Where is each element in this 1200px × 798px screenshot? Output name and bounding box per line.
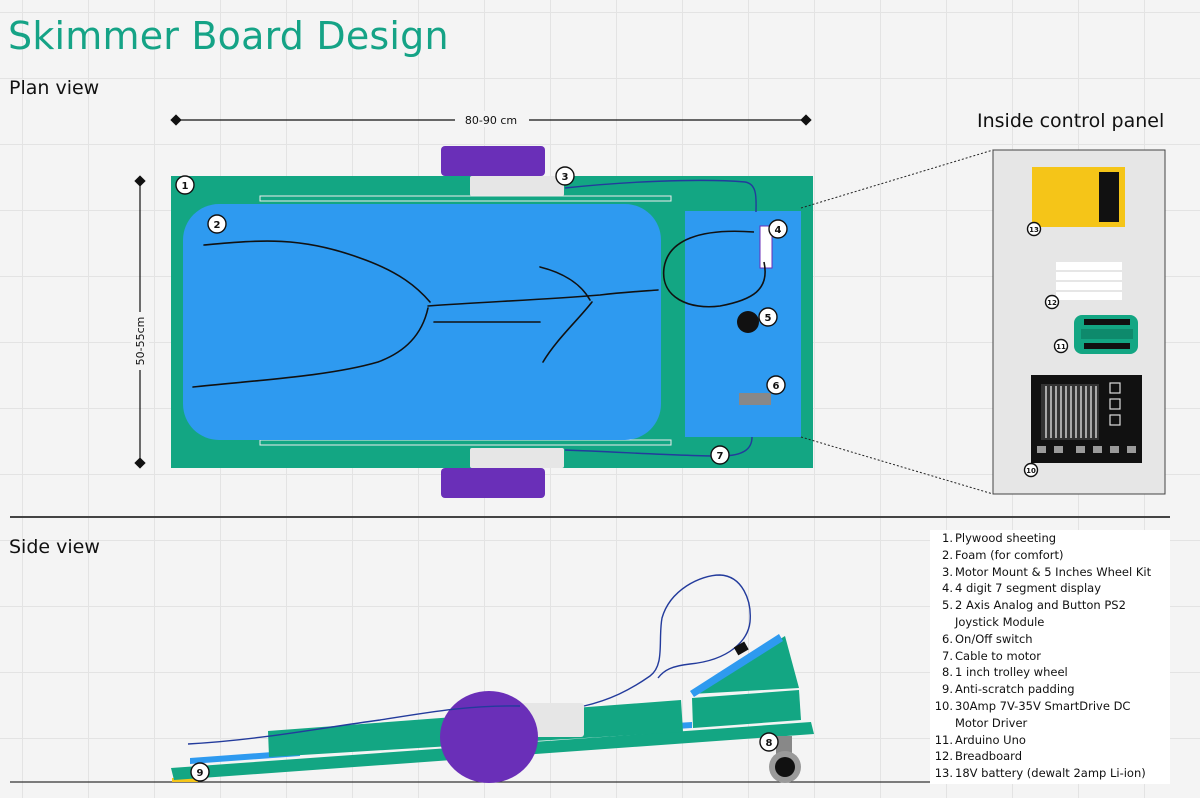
top-motor-mount [470, 176, 564, 196]
callout-2: 2 [207, 214, 227, 234]
motor-driver [1031, 375, 1142, 463]
svg-text:4: 4 [775, 225, 782, 236]
callout-9: 9 [190, 762, 210, 782]
callout-8: 8 [759, 732, 779, 752]
component-legend: 1. Plywood sheeting 2. Foam (for comfort) … [930, 530, 1170, 784]
bottom-wheel [441, 468, 545, 498]
foam-pad [183, 204, 661, 440]
legend-item-5: 5. 2 Axis Analog and Button PS2 Joystick … [942, 598, 1126, 629]
legend-item-13: 13. 18V battery (dewalt 2amp Li-ion) [934, 766, 1146, 781]
legend-item-3: 3. Motor Mount & 5 Inches Wheel Kit [942, 564, 1152, 579]
legend-item-12: 12. Breadboard [934, 749, 1022, 764]
svg-text:7: 7 [717, 451, 724, 462]
detail-leader-bottom [800, 436, 994, 495]
svg-text:6: 6 [773, 381, 780, 392]
svg-text:10: 10 [1026, 467, 1036, 475]
legend-item-11: 11. Arduino Uno [934, 732, 1026, 747]
svg-text:9: 9 [197, 768, 204, 779]
callout-10: 10 [1023, 462, 1039, 478]
callout-13: 13 [1026, 221, 1042, 237]
callout-12: 12 [1044, 294, 1060, 310]
width-dimension: 50-55cm [131, 175, 149, 469]
legend-item-6: 6. On/Off switch [942, 631, 1033, 646]
side-control-box [692, 690, 801, 728]
svg-text:3: 3 [562, 172, 569, 183]
length-dimension: 80-90 cm [170, 111, 812, 127]
length-dimension-label: 80-90 cm [465, 114, 517, 127]
legend-item-9: 9. Anti-scratch padding [942, 682, 1075, 697]
legend-item-10: 10. 30Amp 7V-35V SmartDrive DC Motor Driv… [934, 698, 1131, 730]
legend-item-4: 4. 4 digit 7 segment display [942, 581, 1102, 596]
legend-item-1: 1. Plywood sheeting [942, 531, 1057, 545]
detail-leader-top [800, 149, 994, 209]
svg-text:12: 12 [1047, 299, 1057, 307]
top-wheel [441, 146, 545, 176]
svg-text:11: 11 [1056, 343, 1066, 351]
callout-5: 5 [758, 307, 778, 327]
svg-text:1: 1 [182, 181, 189, 192]
svg-text:5: 5 [765, 313, 772, 324]
callout-4: 4 [768, 219, 788, 239]
svg-text:13: 13 [1029, 226, 1039, 234]
legend-item-7: 7. Cable to motor [942, 648, 1042, 663]
callout-11: 11 [1053, 338, 1069, 354]
callout-3: 3 [555, 166, 575, 186]
side-wheel [440, 691, 538, 783]
callout-1: 1 [175, 175, 195, 195]
legend-item-8: 8. 1 inch trolley wheel [942, 665, 1068, 680]
joystick-module [737, 311, 759, 333]
legend-item-2: 2. Foam (for comfort) [942, 547, 1064, 562]
side-display-plug [733, 641, 749, 656]
arduino-uno [1074, 315, 1138, 354]
callout-6: 6 [766, 375, 786, 395]
width-dimension-label: 50-55cm [134, 317, 147, 366]
on-off-switch [739, 393, 771, 405]
battery-terminal [1099, 172, 1119, 222]
svg-text:8: 8 [766, 738, 773, 749]
svg-text:2: 2 [214, 220, 221, 231]
callout-7: 7 [710, 445, 730, 465]
bottom-motor-mount [470, 448, 564, 468]
